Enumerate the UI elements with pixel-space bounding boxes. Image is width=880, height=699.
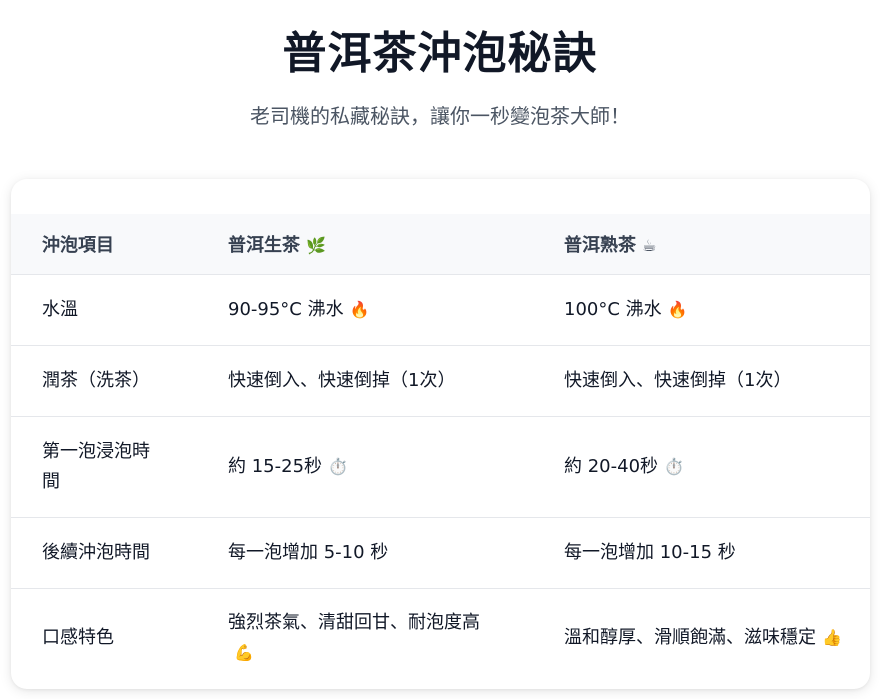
row-ripe-value: 溫和醇厚、滑順飽滿、滋味穩定 👍 xyxy=(533,588,870,688)
flexed-biceps-icon: 💪 xyxy=(234,643,254,663)
table-row: 水溫 90-95°C 沸水 🔥 100°C 沸水 🔥 xyxy=(11,274,870,346)
stopwatch-icon: ⏱️ xyxy=(664,456,684,476)
row-ripe-value: 100°C 沸水 🔥 xyxy=(533,274,870,346)
brewing-table-card: 沖泡項目 普洱生茶 🌿 普洱熟茶 ☕ 水溫 90-95°C 沸水 🔥 100°C 沸水… xyxy=(11,179,870,689)
header-item: 沖泡項目 xyxy=(11,214,197,275)
thumbs-up-icon: 👍 xyxy=(822,628,842,648)
row-item: 口感特色 xyxy=(42,627,114,649)
leaf-icon: 🌿 xyxy=(306,235,326,255)
page-subtitle: 老司機的私藏秘訣，讓你一秒變泡茶大師！ xyxy=(250,104,630,128)
cell-text: 每一泡增加 10-15 秒 xyxy=(564,541,736,563)
brewing-table: 沖泡項目 普洱生茶 🌿 普洱熟茶 ☕ 水溫 90-95°C 沸水 🔥 100°C 沸水… xyxy=(11,214,870,688)
cell-text: 快速倒入、快速倒掉（1次） xyxy=(228,369,456,391)
row-ripe-value: 約 20-40秒 ⏱️ xyxy=(533,416,870,518)
page: 普洱茶沖泡秘訣 老司機的私藏秘訣，讓你一秒變泡茶大師！ 沖泡項目 普洱生茶 🌿 普… xyxy=(0,0,880,699)
row-raw-value: 90-95°C 沸水 🔥 xyxy=(197,274,533,346)
header-raw-puer: 普洱生茶 🌿 xyxy=(197,214,533,275)
row-item: 水溫 xyxy=(11,274,197,346)
table-row: 潤茶（洗茶） 快速倒入、快速倒掉（1次） 快速倒入、快速倒掉（1次） xyxy=(11,345,870,417)
stopwatch-icon: ⏱️ xyxy=(328,456,348,476)
cell-text: 約 20-40秒 xyxy=(564,455,659,477)
tea-cup-icon: ☕ xyxy=(642,235,657,255)
table-row: 後續沖泡時間 每一泡增加 5-10 秒 每一泡增加 10-15 秒 xyxy=(11,517,870,589)
fire-icon: 🔥 xyxy=(349,299,370,319)
header-ripe-puer: 普洱熟茶 ☕ xyxy=(533,214,870,275)
table-header-row: 沖泡項目 普洱生茶 🌿 普洱熟茶 ☕ xyxy=(11,214,870,275)
table-row: 口感特色 強烈茶氣、清甜回甘、耐泡度高 💪 溫和醇厚、滑順飽滿、滋味穩定 👍 xyxy=(11,588,870,688)
cell-text: 溫和醇厚、滑順飽滿、滋味穩定 xyxy=(564,627,816,649)
cell-text: 每一泡增加 5-10 秒 xyxy=(228,541,389,563)
cell-text: 90-95°C 沸水 xyxy=(228,298,344,320)
cell-text: 約 15-25秒 xyxy=(228,455,323,477)
row-ripe-value: 快速倒入、快速倒掉（1次） xyxy=(533,345,870,417)
row-item: 潤茶（洗茶） xyxy=(11,345,197,417)
header-item-label: 沖泡項目 xyxy=(42,234,114,256)
row-raw-value: 約 15-25秒 ⏱️ xyxy=(197,416,533,518)
row-raw-value: 快速倒入、快速倒掉（1次） xyxy=(197,345,533,417)
row-item: 第一泡浸泡時間 xyxy=(11,416,197,518)
row-raw-value: 每一泡增加 5-10 秒 xyxy=(197,517,533,589)
row-raw-value: 強烈茶氣、清甜回甘、耐泡度高 💪 xyxy=(197,588,533,688)
table-row: 第一泡浸泡時間 約 15-25秒 ⏱️ 約 20-40秒 ⏱️ xyxy=(11,416,870,518)
page-title: 普洱茶沖泡秘訣 xyxy=(282,28,598,79)
fire-icon: 🔥 xyxy=(667,299,688,319)
cell-text: 快速倒入、快速倒掉（1次） xyxy=(564,369,792,391)
cell-text: 100°C 沸水 xyxy=(564,298,662,320)
header-ripe-puer-label: 普洱熟茶 xyxy=(564,234,636,256)
row-item: 後續沖泡時間 xyxy=(11,517,197,589)
header-raw-puer-label: 普洱生茶 xyxy=(228,234,300,256)
row-ripe-value: 每一泡增加 10-15 秒 xyxy=(533,517,870,589)
cell-text: 強烈茶氣、清甜回甘、耐泡度高 xyxy=(228,612,480,634)
